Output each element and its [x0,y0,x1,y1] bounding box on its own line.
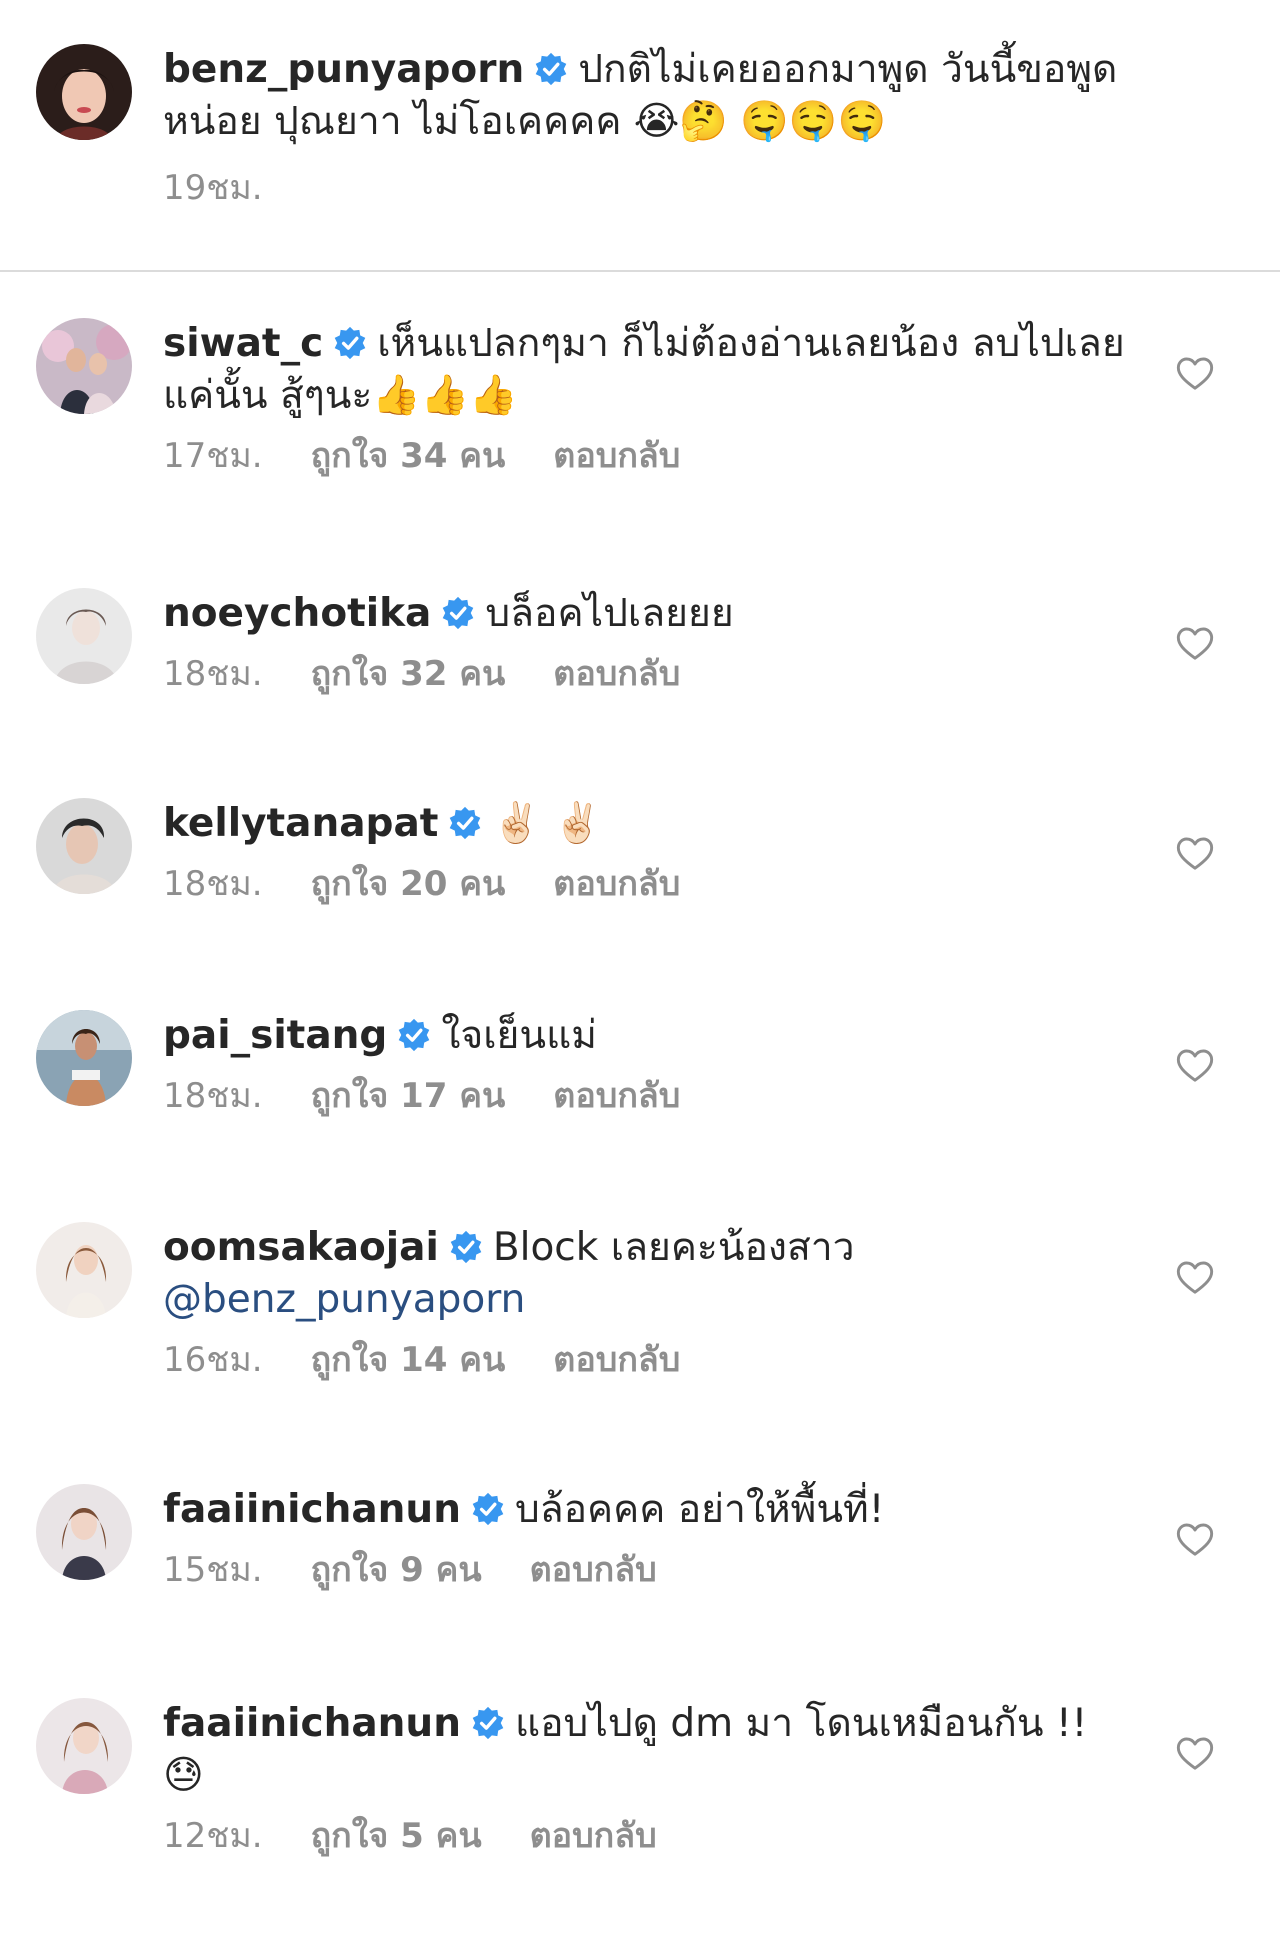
comment-body: kellytanapat ✌🏻 ✌🏻 18ชม. ถูกใจ 20 คน ตอบกลั… [163,798,1138,906]
timestamp: 17ชม. [163,436,263,476]
reply-button[interactable]: ตอบกลับ [530,1814,657,1858]
comment-body: siwat_c เห็นแปลกๆมา ก็ไม่ต้องอ่านเลยน้อง … [163,318,1138,478]
avatar[interactable] [36,318,132,414]
caption-body: benz_punyaporn ปกติไม่เคยออกมาพูด วันนี้ข… [163,44,1138,210]
heart-icon[interactable] [1175,624,1215,664]
avatar[interactable] [36,798,132,894]
username[interactable]: faaiinichanun [163,1701,461,1746]
verified-badge-icon [471,1706,505,1740]
username[interactable]: benz_punyaporn [163,47,524,92]
likes-count[interactable]: ถูกใจ 20 คน [311,862,506,906]
heart-icon[interactable] [1175,354,1215,394]
timestamp: 19ชม. [163,168,263,208]
timestamp: 18ชม. [163,1076,263,1116]
avatar[interactable] [36,1484,132,1580]
likes-count[interactable]: ถูกใจ 14 คน [311,1338,506,1382]
comment-body: oomsakaojai Block เลยคะน้องสาว @benz_punya… [163,1222,1138,1382]
comment-text-block: kellytanapat ✌🏻 ✌🏻 [163,798,1138,850]
divider [0,270,1280,272]
verified-badge-icon [441,596,475,630]
avatar[interactable] [36,1010,132,1106]
verified-badge-icon [333,326,367,360]
avatar[interactable] [36,1222,132,1318]
comment-text: บล้อคคค อย่าให้พื้นที่! [514,1487,885,1532]
username[interactable]: kellytanapat [163,801,438,846]
avatar[interactable] [36,1698,132,1794]
timestamp: 16ชม. [163,1340,263,1380]
comment-text-block: faaiinichanun แอบไปดู dm มา โดนเหมือนกัน … [163,1698,1138,1802]
comment-meta: 18ชม. ถูกใจ 32 คน ตอบกลับ [163,652,1138,696]
comment-text: บล็อคไปเลยยย [485,591,734,636]
verified-badge-icon [534,52,568,86]
username[interactable]: siwat_c [163,321,323,366]
heart-icon[interactable] [1175,1258,1215,1298]
likes-count[interactable]: ถูกใจ 17 คน [311,1074,506,1118]
verified-badge-icon [448,806,482,840]
comment-meta: 16ชม. ถูกใจ 14 คน ตอบกลับ [163,1338,1138,1382]
likes-count[interactable]: ถูกใจ 32 คน [311,652,506,696]
comment-body: faaiinichanun บล้อคคค อย่าให้พื้นที่! 15ช… [163,1484,1138,1592]
heart-icon[interactable] [1175,1520,1215,1560]
verified-badge-icon [471,1492,505,1526]
username[interactable]: faaiinichanun [163,1487,461,1532]
comment-meta: 18ชม. ถูกใจ 20 คน ตอบกลับ [163,862,1138,906]
caption-meta: 19ชม. [163,166,1138,210]
reply-button[interactable]: ตอบกลับ [553,1074,680,1118]
likes-count[interactable]: ถูกใจ 34 คน [311,434,506,478]
likes-count[interactable]: ถูกใจ 5 คน [311,1814,482,1858]
comment-meta: 17ชม. ถูกใจ 34 คน ตอบกลับ [163,434,1138,478]
comment-text: ✌🏻 ✌🏻 [492,801,602,846]
reply-button[interactable]: ตอบกลับ [553,862,680,906]
comment-text: ใจเย็นแม่ [441,1013,597,1058]
avatar[interactable] [36,44,132,140]
comment-meta: 12ชม. ถูกใจ 5 คน ตอบกลับ [163,1814,1138,1858]
comment-text-block: pai_sitang ใจเย็นแม่ [163,1010,1138,1062]
comment-body: pai_sitang ใจเย็นแม่ 18ชม. ถูกใจ 17 คน ตอบก… [163,1010,1138,1118]
timestamp: 18ชม. [163,654,263,694]
comment-text-block: faaiinichanun บล้อคคค อย่าให้พื้นที่! [163,1484,1138,1536]
reply-button[interactable]: ตอบกลับ [530,1548,657,1592]
mention-link[interactable]: @benz_punyaporn [163,1277,525,1322]
reply-button[interactable]: ตอบกลับ [553,652,680,696]
username[interactable]: pai_sitang [163,1013,387,1058]
comment-text-block: noeychotika บล็อคไปเลยยย [163,588,1138,640]
username[interactable]: oomsakaojai [163,1225,439,1270]
timestamp: 15ชม. [163,1550,263,1590]
verified-badge-icon [449,1230,483,1264]
comment-body: noeychotika บล็อคไปเลยยย 18ชม. ถูกใจ 32 คน… [163,588,1138,696]
heart-icon[interactable] [1175,1046,1215,1086]
comment-meta: 18ชม. ถูกใจ 17 คน ตอบกลับ [163,1074,1138,1118]
username[interactable]: noeychotika [163,591,431,636]
likes-count[interactable]: ถูกใจ 9 คน [311,1548,482,1592]
comment-text-block: oomsakaojai Block เลยคะน้องสาว @benz_punya… [163,1222,1138,1326]
reply-button[interactable]: ตอบกลับ [553,434,680,478]
comment-text: Block เลยคะน้องสาว [492,1225,855,1270]
comment-text-block: siwat_c เห็นแปลกๆมา ก็ไม่ต้องอ่านเลยน้อง … [163,318,1138,422]
timestamp: 18ชม. [163,864,263,904]
caption-text: benz_punyaporn ปกติไม่เคยออกมาพูด วันนี้ข… [163,44,1138,148]
comment-body: faaiinichanun แอบไปดู dm มา โดนเหมือนกัน … [163,1698,1138,1858]
heart-icon[interactable] [1175,834,1215,874]
verified-badge-icon [397,1018,431,1052]
timestamp: 12ชม. [163,1816,263,1856]
heart-icon[interactable] [1175,1734,1215,1774]
avatar[interactable] [36,588,132,684]
comment-meta: 15ชม. ถูกใจ 9 คน ตอบกลับ [163,1548,1138,1592]
reply-button[interactable]: ตอบกลับ [553,1338,680,1382]
